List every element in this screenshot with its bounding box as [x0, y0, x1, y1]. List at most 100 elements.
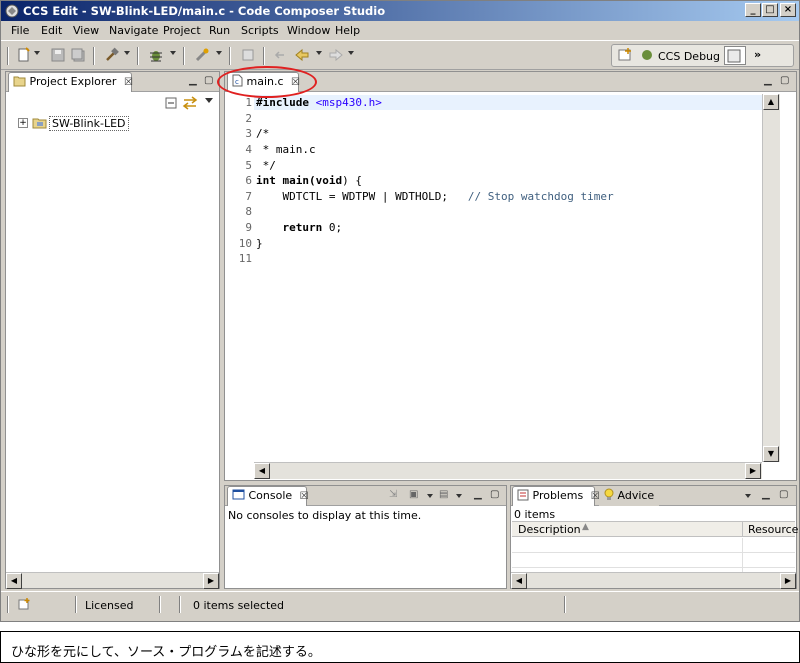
- scroll-up-icon[interactable]: ▲: [763, 94, 779, 110]
- tab-console[interactable]: Console ☒: [227, 486, 309, 506]
- terminal-icon[interactable]: [239, 47, 257, 64]
- back-dropdown-icon[interactable]: [316, 51, 322, 55]
- close-button[interactable]: ×: [780, 3, 796, 17]
- link-with-editor-icon[interactable]: [182, 96, 198, 110]
- close-tab-icon[interactable]: ☒: [300, 491, 309, 502]
- editor-hscrollbar[interactable]: ◀ ▶: [254, 462, 762, 479]
- minimize-view-icon[interactable]: ▁: [189, 75, 197, 86]
- column-header-description[interactable]: Description: [518, 523, 581, 536]
- editor-vscrollbar[interactable]: ▲ ▼: [762, 94, 780, 462]
- perspective-ccs-debug-label[interactable]: CCS Debug: [658, 50, 720, 63]
- minimize-view-icon[interactable]: ▁: [762, 489, 770, 500]
- problems-icon: [517, 489, 529, 501]
- problems-table-header: Description ▲ Resource: [512, 521, 798, 537]
- code-token-punct: ) {: [342, 174, 362, 187]
- forward-dropdown-icon[interactable]: [348, 51, 354, 55]
- code-token-value: 0;: [322, 221, 343, 234]
- problems-hscrollbar[interactable]: ◀ ▶: [511, 572, 796, 589]
- tab-project-explorer[interactable]: Project Explorer ☒: [8, 72, 133, 92]
- more-perspectives-button[interactable]: »: [754, 48, 761, 61]
- selection-status: 0 items selected: [193, 599, 285, 612]
- scroll-down-icon[interactable]: ▼: [763, 446, 779, 462]
- ccs-window: CCS Edit - SW-Blink-LED/main.c - Code Co…: [0, 0, 800, 622]
- menu-scripts[interactable]: Scripts: [241, 24, 279, 37]
- build-dropdown-icon[interactable]: [124, 51, 130, 55]
- tab-advice[interactable]: Advice: [599, 486, 659, 506]
- code-token-keyword: int: [256, 174, 276, 187]
- maximize-view-icon[interactable]: ▢: [780, 75, 789, 86]
- menu-view[interactable]: View: [73, 24, 99, 37]
- window-title: CCS Edit - SW-Blink-LED/main.c - Code Co…: [23, 4, 386, 18]
- tab-problems[interactable]: Problems ☒: [512, 486, 600, 506]
- console-icon: [232, 489, 245, 500]
- tab-advice-label: Advice: [617, 489, 655, 502]
- menu-project[interactable]: Project: [163, 24, 201, 37]
- toolbar-grip: [7, 47, 9, 65]
- forward-arrow-icon[interactable]: [327, 47, 345, 64]
- save-icon[interactable]: [49, 47, 67, 64]
- code-area[interactable]: #include <msp430.h> /* * main.c */ int m…: [225, 96, 770, 462]
- project-explorer-header: Project Explorer ☒ ▁ ▢: [6, 72, 219, 92]
- column-divider: [742, 538, 743, 572]
- display-console-icon[interactable]: ▣: [409, 489, 418, 500]
- new-file-icon[interactable]: [15, 47, 33, 64]
- code-token-statement: WDTCTL = WDTPW | WDTHOLD;: [256, 190, 449, 203]
- scroll-right-icon[interactable]: ▶: [780, 573, 796, 589]
- tree-expand-icon[interactable]: +: [18, 118, 28, 128]
- code-line-9: return 0;: [256, 221, 342, 234]
- menu-edit[interactable]: Edit: [41, 24, 62, 37]
- open-perspective-icon[interactable]: [616, 47, 634, 64]
- back-arrow-icon[interactable]: [293, 47, 311, 64]
- caption-box: ひな形を元にして、ソース・プログラムを記述する。: [0, 631, 800, 663]
- build-hammer-icon[interactable]: [103, 47, 121, 64]
- ccs-debug-perspective-icon[interactable]: [638, 47, 656, 64]
- scroll-right-icon[interactable]: ▶: [745, 463, 761, 479]
- new-dropdown-icon[interactable]: [34, 51, 40, 55]
- scroll-right-icon[interactable]: ▶: [203, 573, 219, 589]
- menu-bar: File Edit View Navigate Project Run Scri…: [1, 21, 799, 40]
- maximize-view-icon[interactable]: ▢: [204, 75, 213, 86]
- scroll-left-icon[interactable]: ◀: [254, 463, 270, 479]
- menu-run[interactable]: Run: [209, 24, 230, 37]
- project-folder-icon: [32, 115, 48, 131]
- menu-window[interactable]: Window: [287, 24, 330, 37]
- scroll-left-icon[interactable]: ◀: [6, 573, 22, 589]
- caption-text: ひな形を元にして、ソース・プログラムを記述する。: [11, 645, 321, 660]
- debug-dropdown-icon[interactable]: [170, 51, 176, 55]
- open-console-icon[interactable]: ▤: [439, 489, 448, 500]
- console-panel: Console ☒ ⇲ ▣ ▤ ▁ ▢ No consoles to displ…: [224, 485, 507, 589]
- status-separator: [75, 596, 77, 613]
- ccs-edit-perspective-button[interactable]: [724, 46, 746, 65]
- fast-view-icon[interactable]: [17, 597, 33, 611]
- code-line-4: * main.c: [256, 143, 316, 156]
- minimize-button[interactable]: _: [745, 3, 761, 17]
- close-tab-icon[interactable]: ☒: [124, 77, 133, 88]
- view-menu-icon[interactable]: [205, 98, 213, 103]
- tree-item-sw-blink-led[interactable]: SW-Blink-LED: [49, 116, 129, 131]
- flash-dropdown-icon[interactable]: [216, 51, 222, 55]
- lightbulb-icon: [604, 488, 614, 500]
- tab-project-explorer-label: Project Explorer: [29, 75, 117, 88]
- display-console-dropdown-icon[interactable]: [427, 494, 433, 498]
- minimize-view-icon[interactable]: ▁: [764, 75, 772, 86]
- pin-console-icon[interactable]: ⇲: [389, 489, 397, 500]
- title-bar[interactable]: CCS Edit - SW-Blink-LED/main.c - Code Co…: [1, 1, 799, 21]
- menu-navigate[interactable]: Navigate: [109, 24, 158, 37]
- scroll-left-icon[interactable]: ◀: [511, 573, 527, 589]
- collapse-all-icon[interactable]: [164, 96, 178, 110]
- maximize-view-icon[interactable]: ▢: [490, 489, 499, 500]
- last-edit-icon[interactable]: [271, 47, 289, 64]
- menu-help[interactable]: Help: [335, 24, 360, 37]
- explorer-hscrollbar[interactable]: ◀ ▶: [6, 572, 219, 589]
- save-all-icon[interactable]: [69, 47, 87, 64]
- maximize-view-icon[interactable]: ▢: [779, 489, 788, 500]
- menu-file[interactable]: File: [11, 24, 29, 37]
- column-header-resource[interactable]: Resource: [748, 523, 798, 536]
- tab-problems-label: Problems: [532, 489, 584, 502]
- open-console-dropdown-icon[interactable]: [456, 494, 462, 498]
- maximize-button[interactable]: □: [762, 3, 778, 17]
- view-menu-icon[interactable]: [745, 494, 751, 498]
- debug-bug-icon[interactable]: [147, 47, 165, 64]
- minimize-view-icon[interactable]: ▁: [474, 489, 482, 500]
- flash-icon[interactable]: [193, 47, 211, 64]
